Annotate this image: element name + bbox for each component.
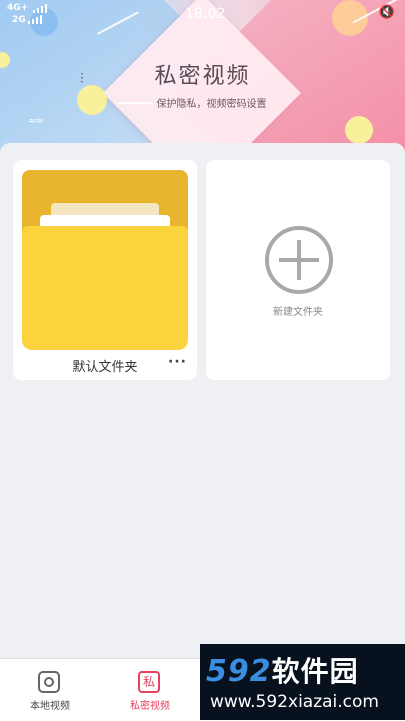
- network-label-top: 4G+: [7, 3, 29, 13]
- camera-icon: [38, 671, 60, 693]
- private-icon: 私: [138, 671, 160, 693]
- folder-card-default[interactable]: 默认文件夹 ···: [13, 160, 197, 380]
- tab-label: 本地视频: [30, 701, 70, 712]
- banner-circle: [345, 116, 373, 144]
- new-folder-label: 新建文件夹: [273, 307, 323, 318]
- folder-grid: 默认文件夹 ··· 新建文件夹: [0, 143, 405, 658]
- page-subtitle: 保护隐私，视频密码设置: [156, 99, 267, 110]
- tab-private-video[interactable]: 私 私密视频: [100, 659, 200, 721]
- signal-icon: [28, 15, 50, 24]
- new-folder-button[interactable]: 新建文件夹: [206, 160, 390, 380]
- watermark: 592软件园 www.592xiazai.com: [200, 644, 405, 720]
- watermark-logo-text: 软件园: [271, 655, 359, 688]
- watermark-url: www.592xiazai.com: [210, 692, 379, 712]
- watermark-logo: 592软件园: [206, 650, 359, 690]
- plus-circle-icon: [265, 226, 333, 294]
- network-label-bottom: 2G: [12, 15, 26, 25]
- watermark-logo-number: 592: [206, 654, 272, 689]
- page-title: 私密视频: [154, 64, 251, 89]
- status-time: 18:02: [185, 6, 226, 22]
- banner-wave: ≈≈: [28, 116, 44, 127]
- more-dots-icon[interactable]: ···: [168, 354, 187, 370]
- folder-icon: [22, 170, 188, 351]
- header-banner: ≈≈ · · · 私密视频 保护隐私，视频密码设置 4G+ 2G 18:02 🔇: [0, 0, 405, 160]
- tab-local-video[interactable]: 本地视频: [0, 659, 100, 721]
- signal-icon: [33, 4, 55, 13]
- status-bar: 4G+ 2G 18:02 🔇: [0, 0, 405, 26]
- mute-icon: 🔇: [378, 5, 395, 20]
- tab-label: 私密视频: [130, 701, 170, 712]
